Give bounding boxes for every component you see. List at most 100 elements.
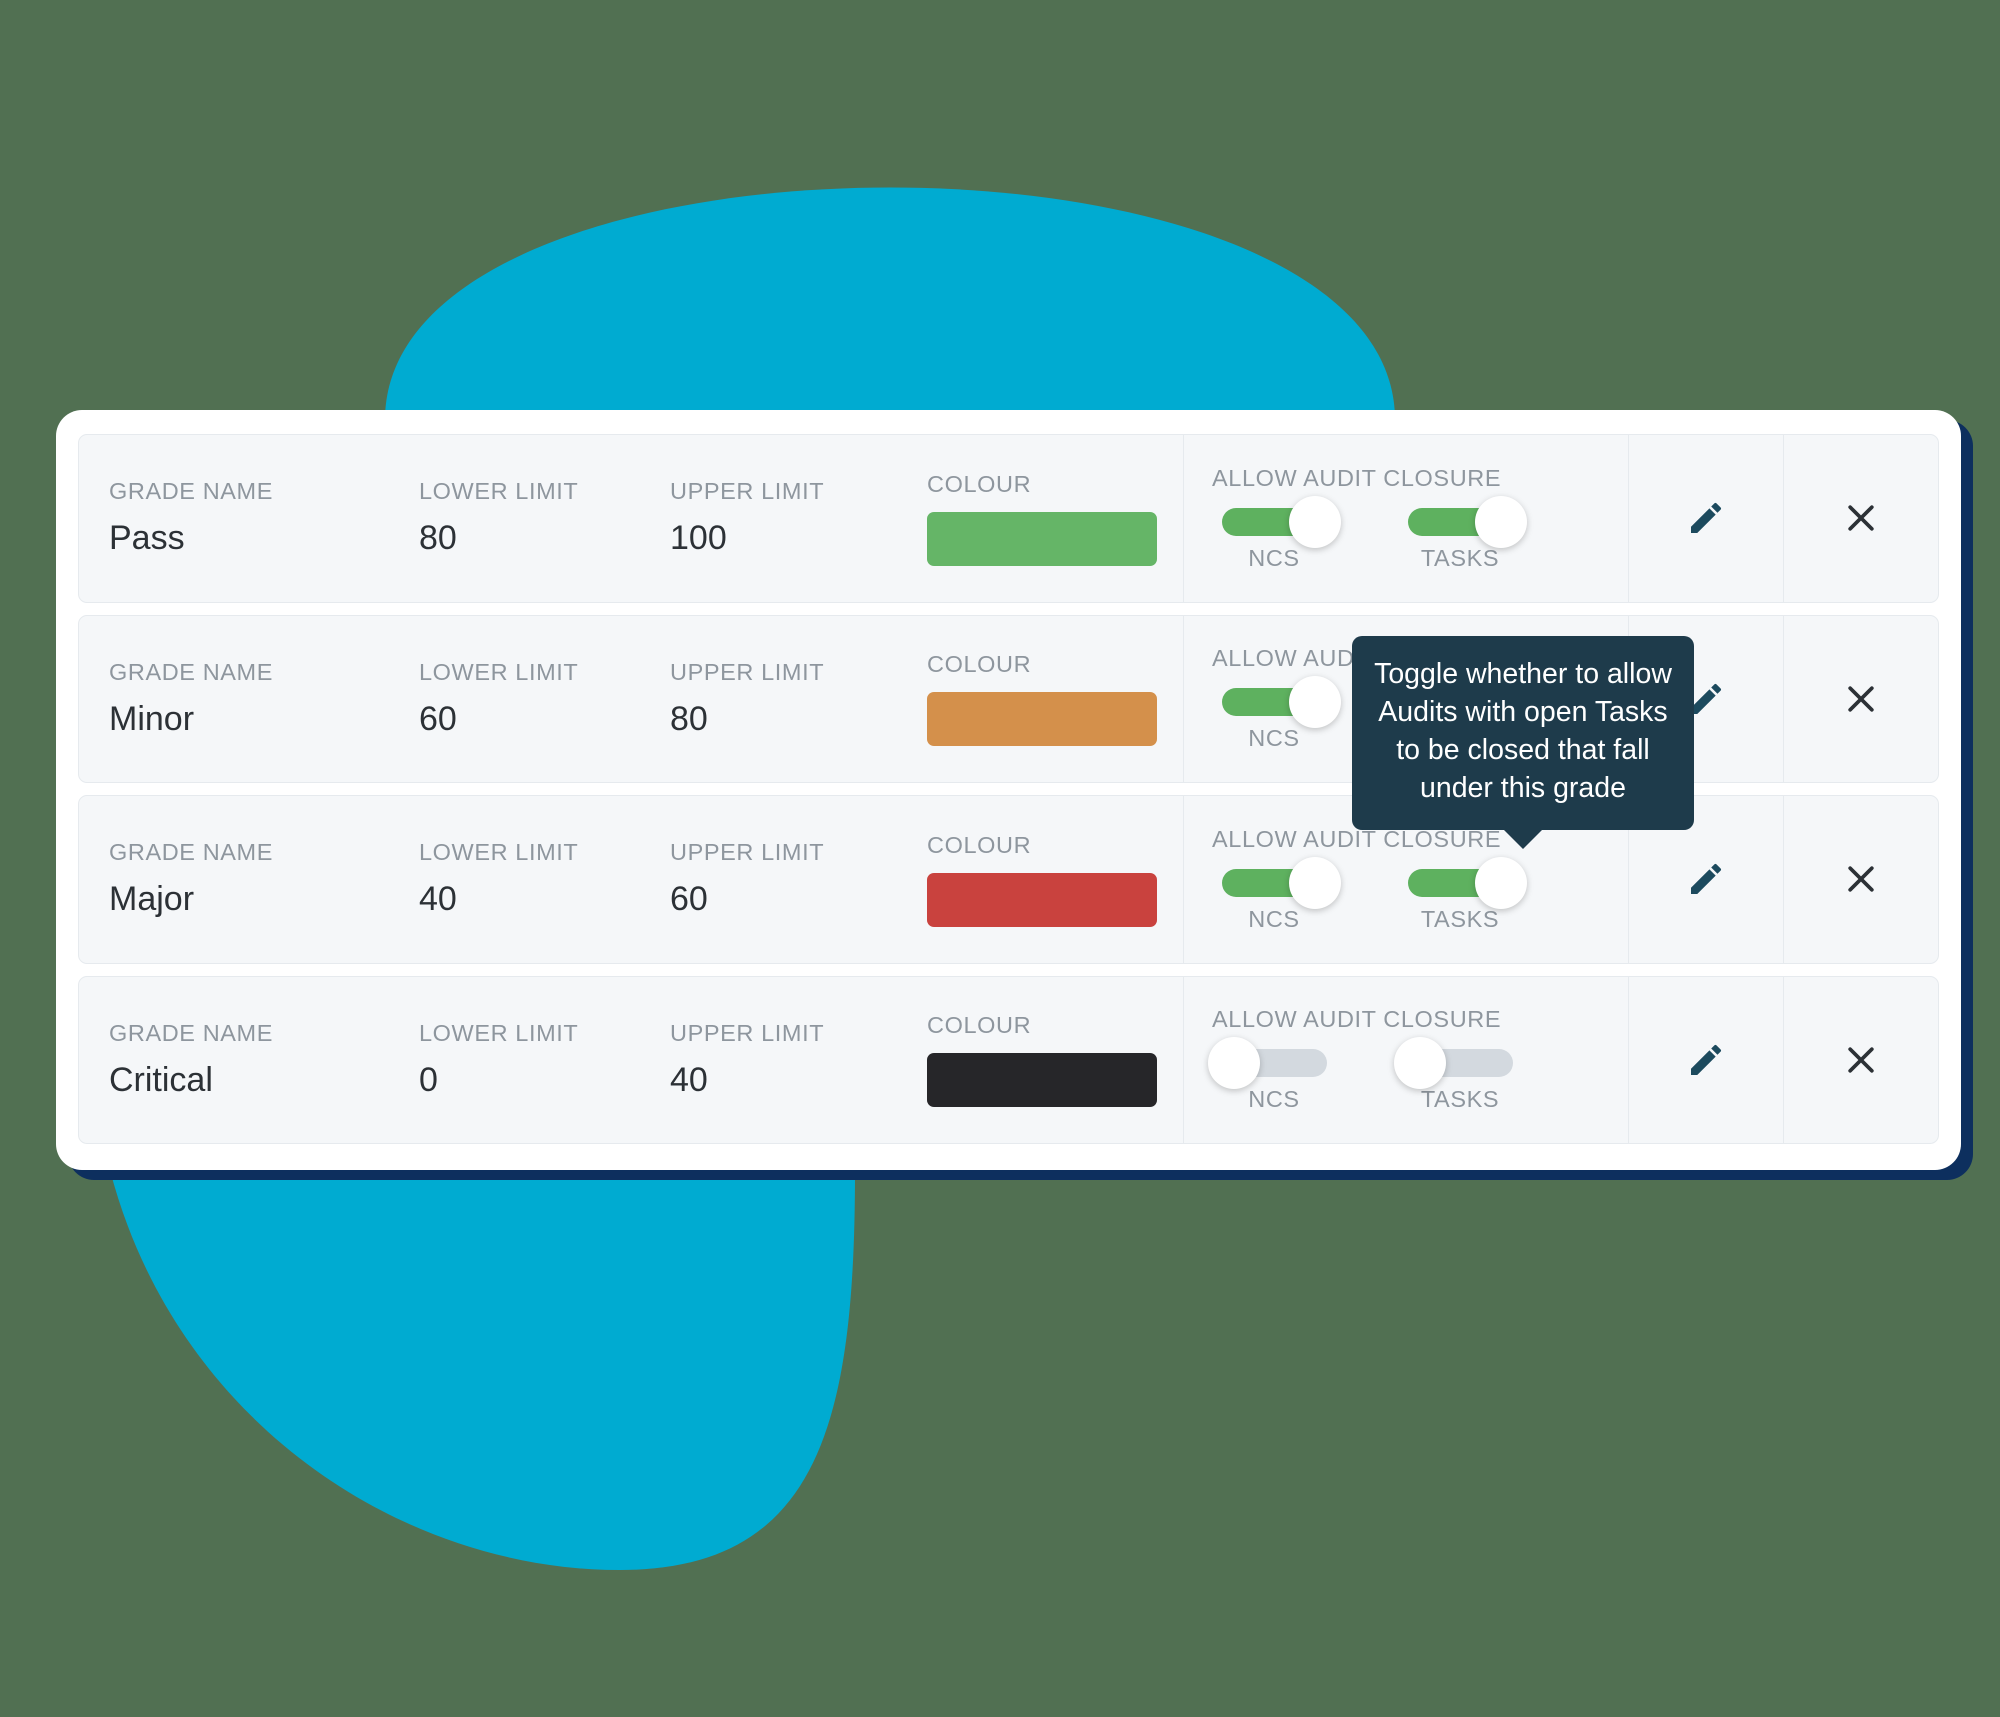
upper-limit-label: UPPER LIMIT — [670, 658, 825, 685]
lower-limit-cell: LOWER LIMIT 80 — [379, 435, 634, 602]
colour-swatch[interactable] — [927, 692, 1157, 747]
grade-name-value: Critical — [109, 1060, 213, 1099]
toggle-knob — [1288, 856, 1341, 909]
ncs-caption: NCS — [1248, 905, 1300, 932]
upper-limit-cell: UPPER LIMIT 100 — [634, 435, 899, 602]
lower-limit-cell: LOWER LIMIT 60 — [379, 616, 634, 783]
colour-label: COLOUR — [927, 831, 1032, 858]
colour-swatch[interactable] — [927, 872, 1157, 927]
upper-limit-cell: UPPER LIMIT 60 — [634, 796, 899, 963]
pencil-icon — [1691, 864, 1722, 895]
colour-cell: COLOUR — [899, 796, 1184, 963]
lower-limit-cell: LOWER LIMIT 0 — [379, 977, 634, 1144]
ncs-toggle[interactable] — [1221, 495, 1341, 548]
lower-limit-value: 0 — [419, 1060, 438, 1099]
allow-audit-closure-cell: ALLOW AUDIT CLOSURE NCS TASKS — [1184, 435, 1629, 602]
colour-swatch[interactable] — [927, 1053, 1157, 1108]
delete-button[interactable] — [1784, 435, 1938, 602]
grade-name-cell: GRADE NAME Major — [79, 796, 379, 963]
blob-top-arc — [385, 187, 1395, 420]
lower-limit-label: LOWER LIMIT — [419, 478, 579, 505]
pencil-icon — [1691, 503, 1722, 534]
toggle-group: NCS TASKS — [1207, 1037, 1628, 1113]
grade-name-label: GRADE NAME — [109, 658, 273, 685]
upper-limit-value: 60 — [670, 880, 708, 919]
grade-name-cell: GRADE NAME Pass — [79, 435, 379, 602]
edit-button[interactable] — [1629, 976, 1784, 1143]
ncs-toggle-unit: NCS — [1212, 495, 1341, 572]
tasks-toggle-unit: TASKS — [1393, 1037, 1522, 1113]
upper-limit-value: 80 — [670, 699, 708, 738]
close-icon — [1848, 866, 1874, 892]
ncs-toggle[interactable] — [1221, 676, 1341, 729]
delete-button[interactable] — [1784, 796, 1938, 963]
upper-limit-cell: UPPER LIMIT 40 — [634, 977, 899, 1144]
toggle-knob — [1393, 1037, 1446, 1090]
table-row: GRADE NAME Critical LOWER LIMIT 0 UPPER … — [78, 975, 1939, 1144]
ncs-toggle[interactable] — [1207, 1037, 1327, 1090]
toggle-knob — [1474, 495, 1527, 548]
tooltip-text: Toggle whether to allow Audits with open… — [1374, 658, 1672, 804]
delete-button[interactable] — [1784, 977, 1938, 1144]
ncs-caption: NCS — [1248, 1086, 1300, 1113]
toggle-group: NCS TASKS — [1212, 856, 1628, 933]
upper-limit-label: UPPER LIMIT — [670, 839, 825, 866]
lower-limit-label: LOWER LIMIT — [419, 1019, 579, 1046]
grade-name-label: GRADE NAME — [109, 478, 273, 505]
upper-limit-value: 100 — [670, 519, 727, 558]
table-row: GRADE NAME Pass LOWER LIMIT 80 UPPER LIM… — [78, 434, 1939, 603]
lower-limit-value: 80 — [419, 519, 457, 558]
colour-label: COLOUR — [927, 1012, 1032, 1039]
edit-button[interactable] — [1629, 435, 1784, 602]
colour-cell: COLOUR — [899, 435, 1184, 602]
ncs-toggle[interactable] — [1221, 856, 1341, 909]
pencil-icon — [1691, 1044, 1722, 1075]
colour-swatch[interactable] — [927, 511, 1157, 566]
colour-label: COLOUR — [927, 470, 1032, 497]
grade-name-cell: GRADE NAME Minor — [79, 616, 379, 783]
colour-cell: COLOUR — [899, 976, 1184, 1143]
colour-label: COLOUR — [927, 651, 1032, 678]
grade-name-label: GRADE NAME — [109, 839, 273, 866]
upper-limit-value: 40 — [670, 1060, 708, 1099]
tasks-toggle-unit: TASKS — [1398, 856, 1527, 933]
toggle-knob — [1474, 856, 1527, 909]
grade-name-value: Minor — [109, 699, 195, 738]
lower-limit-label: LOWER LIMIT — [419, 658, 579, 685]
upper-limit-cell: UPPER LIMIT 80 — [634, 616, 899, 783]
grade-name-label: GRADE NAME — [109, 1019, 273, 1046]
toggle-knob — [1207, 1037, 1260, 1090]
allow-audit-closure-tooltip: Toggle whether to allow Audits with open… — [1352, 636, 1694, 849]
lower-limit-label: LOWER LIMIT — [419, 839, 579, 866]
lower-limit-cell: LOWER LIMIT 40 — [379, 796, 634, 963]
tasks-toggle[interactable] — [1407, 495, 1527, 548]
tasks-caption: TASKS — [1420, 905, 1500, 932]
close-icon — [1848, 505, 1874, 531]
delete-button[interactable] — [1784, 616, 1938, 783]
allow-audit-closure-cell: ALLOW AUDIT CLOSURE NCS TASKS — [1184, 976, 1629, 1143]
lower-limit-value: 40 — [419, 880, 457, 919]
blob-bottom-drop — [110, 1170, 855, 1570]
ncs-toggle-unit: NCS — [1212, 856, 1341, 933]
grade-name-cell: GRADE NAME Critical — [79, 977, 379, 1144]
tasks-caption: TASKS — [1420, 544, 1500, 571]
tasks-caption: TASKS — [1420, 1086, 1500, 1113]
grade-name-value: Pass — [109, 519, 185, 558]
toggle-knob — [1288, 676, 1341, 729]
tooltip-arrow — [1503, 828, 1543, 849]
grade-name-value: Major — [109, 880, 195, 919]
allow-audit-closure-label: ALLOW AUDIT CLOSURE — [1212, 1006, 1502, 1033]
toggle-knob — [1288, 495, 1341, 548]
tasks-toggle[interactable] — [1393, 1037, 1513, 1090]
tasks-toggle-unit: TASKS — [1398, 495, 1527, 572]
upper-limit-label: UPPER LIMIT — [670, 478, 825, 505]
allow-audit-closure-label: ALLOW AUDIT CLOSURE — [1212, 825, 1502, 852]
tasks-toggle[interactable] — [1407, 856, 1527, 909]
allow-audit-closure-label: ALLOW AUDIT CLOSURE — [1212, 464, 1502, 491]
colour-cell: COLOUR — [899, 615, 1184, 782]
upper-limit-label: UPPER LIMIT — [670, 1019, 825, 1046]
ncs-caption: NCS — [1248, 544, 1300, 571]
lower-limit-value: 60 — [419, 699, 457, 738]
ncs-toggle-unit: NCS — [1212, 676, 1341, 752]
close-icon — [1848, 686, 1874, 712]
